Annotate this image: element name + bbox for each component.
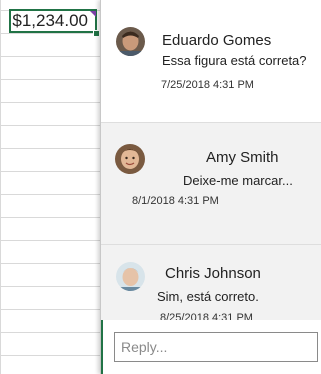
comment-text: Sim, está correto. [157, 289, 259, 304]
comment-author: Amy Smith [206, 149, 279, 166]
comment-text: Deixe-me marcar... [183, 173, 293, 188]
comment-author: Eduardo Gomes [162, 32, 272, 49]
comment-thread[interactable]: Amy Smith Deixe-me marcar... 8/1/2018 4:… [101, 123, 321, 245]
reply-input[interactable] [114, 332, 318, 362]
comment-timestamp: 7/25/2018 4:31 PM [161, 79, 254, 91]
comments-pane: Eduardo Gomes Essa figura está correta? … [100, 0, 321, 374]
column-divider [0, 0, 1, 374]
comment-thread[interactable]: Eduardo Gomes Essa figura está correta? … [101, 0, 321, 123]
avatar-chris-icon [116, 262, 145, 291]
comment-thread[interactable]: Chris Johnson Sim, está correto. 8/25/20… [101, 245, 321, 325]
selected-cell[interactable]: $1,234.00 [9, 9, 97, 33]
avatar-amy-icon [115, 144, 145, 174]
comment-timestamp: 8/1/2018 4:31 PM [132, 195, 219, 207]
avatar-eduardo-icon [116, 27, 145, 56]
active-thread-indicator [101, 320, 103, 374]
cell-value: $1,234.00 [12, 11, 88, 30]
comment-indicator-icon[interactable] [90, 11, 96, 17]
fill-handle[interactable] [93, 30, 100, 37]
comment-author: Chris Johnson [165, 265, 261, 282]
comment-text: Essa figura está correta? [162, 53, 307, 68]
